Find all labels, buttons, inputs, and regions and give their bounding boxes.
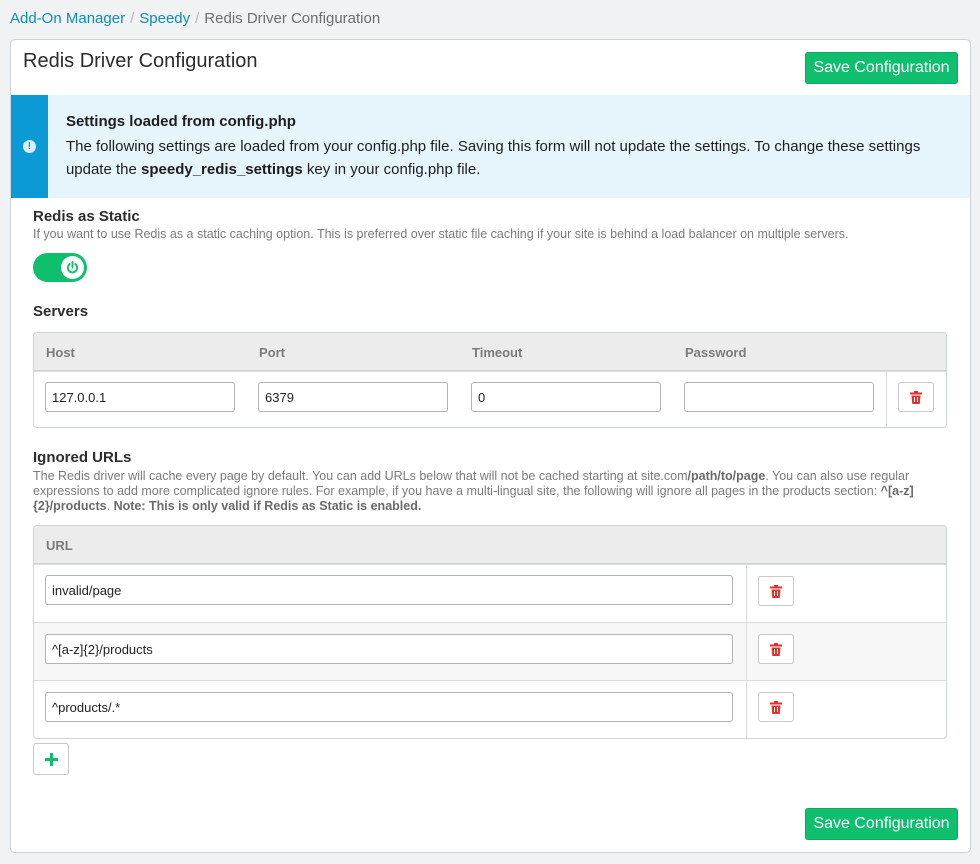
alert-text: key in your config.php file. [302, 161, 481, 178]
save-configuration-button[interactable]: Save Configuration [805, 808, 958, 840]
delete-url-button[interactable] [758, 576, 794, 606]
ignored-urls-description: The Redis driver will cache every page b… [33, 469, 938, 514]
server-action-cell [886, 372, 946, 427]
alert-message: The following settings are loaded from y… [66, 135, 970, 181]
column-port: Port [259, 345, 285, 360]
info-icon: ! [22, 140, 36, 153]
desc-note: Note: This is only valid if Redis as Sta… [113, 499, 422, 513]
desc-path: /path/to/page [687, 469, 766, 483]
column-password: Password [685, 345, 747, 360]
ignored-urls-label: Ignored URLs [33, 449, 132, 466]
save-configuration-button[interactable]: Save Configuration [805, 52, 958, 84]
alert-body: Settings loaded from config.php The foll… [48, 95, 970, 198]
table-row [34, 371, 946, 427]
power-icon [61, 256, 84, 279]
breadcrumb-separator: / [130, 10, 135, 27]
password-input[interactable] [684, 382, 874, 412]
table-row [34, 622, 946, 680]
trash-icon [770, 700, 782, 714]
static-toggle[interactable] [33, 253, 87, 282]
host-input[interactable] [45, 382, 235, 412]
url-cell [34, 623, 746, 680]
add-url-button[interactable] [33, 743, 69, 775]
static-description: If you want to use Redis as a static cac… [33, 227, 849, 241]
ignored-urls-grid: URL [33, 525, 947, 739]
trash-icon [770, 642, 782, 656]
url-cell [34, 681, 746, 738]
servers-label: Servers [33, 303, 89, 320]
config-panel: Redis Driver Configuration Save Configur… [10, 39, 971, 853]
breadcrumb: Add-On Manager / Speedy / Redis Driver Confi… [10, 10, 380, 28]
servers-grid-header: Host Port Timeout Password [34, 333, 946, 371]
password-cell [673, 372, 886, 427]
trash-icon [770, 584, 782, 598]
breadcrumb-addon-manager[interactable]: Add-On Manager [10, 10, 125, 27]
delete-server-button[interactable] [898, 382, 934, 412]
breadcrumb-current: Redis Driver Configuration [204, 10, 381, 27]
plus-icon [44, 752, 58, 766]
breadcrumb-separator: / [195, 10, 200, 27]
breadcrumb-speedy[interactable]: Speedy [139, 10, 190, 27]
table-row [34, 680, 946, 738]
url-input[interactable] [45, 634, 733, 664]
delete-url-button[interactable] [758, 692, 794, 722]
column-host: Host [46, 345, 75, 360]
alert-config-key: speedy_redis_settings [141, 161, 303, 178]
timeout-input[interactable] [471, 382, 661, 412]
url-action-cell [746, 565, 946, 622]
static-label: Redis as Static [33, 208, 140, 225]
table-row [34, 564, 946, 622]
alert-sidebar: ! [11, 95, 48, 198]
url-input[interactable] [45, 692, 733, 722]
column-url: URL [46, 538, 73, 553]
url-action-cell [746, 623, 946, 680]
url-cell [34, 565, 746, 622]
desc-text: . [106, 499, 114, 513]
servers-grid: Host Port Timeout Password [33, 332, 947, 428]
desc-text: The Redis driver will cache every page b… [33, 469, 688, 483]
host-cell [34, 372, 247, 427]
trash-icon [910, 390, 922, 404]
url-action-cell [746, 681, 946, 738]
delete-url-button[interactable] [758, 634, 794, 664]
column-timeout: Timeout [472, 345, 523, 360]
port-cell [247, 372, 460, 427]
url-input[interactable] [45, 575, 733, 605]
ignored-urls-grid-header: URL [34, 526, 946, 564]
timeout-cell [460, 372, 673, 427]
page-title: Redis Driver Configuration [23, 50, 258, 72]
info-alert: ! Settings loaded from config.php The fo… [11, 95, 970, 198]
port-input[interactable] [258, 382, 448, 412]
alert-title: Settings loaded from config.php [65, 113, 296, 130]
